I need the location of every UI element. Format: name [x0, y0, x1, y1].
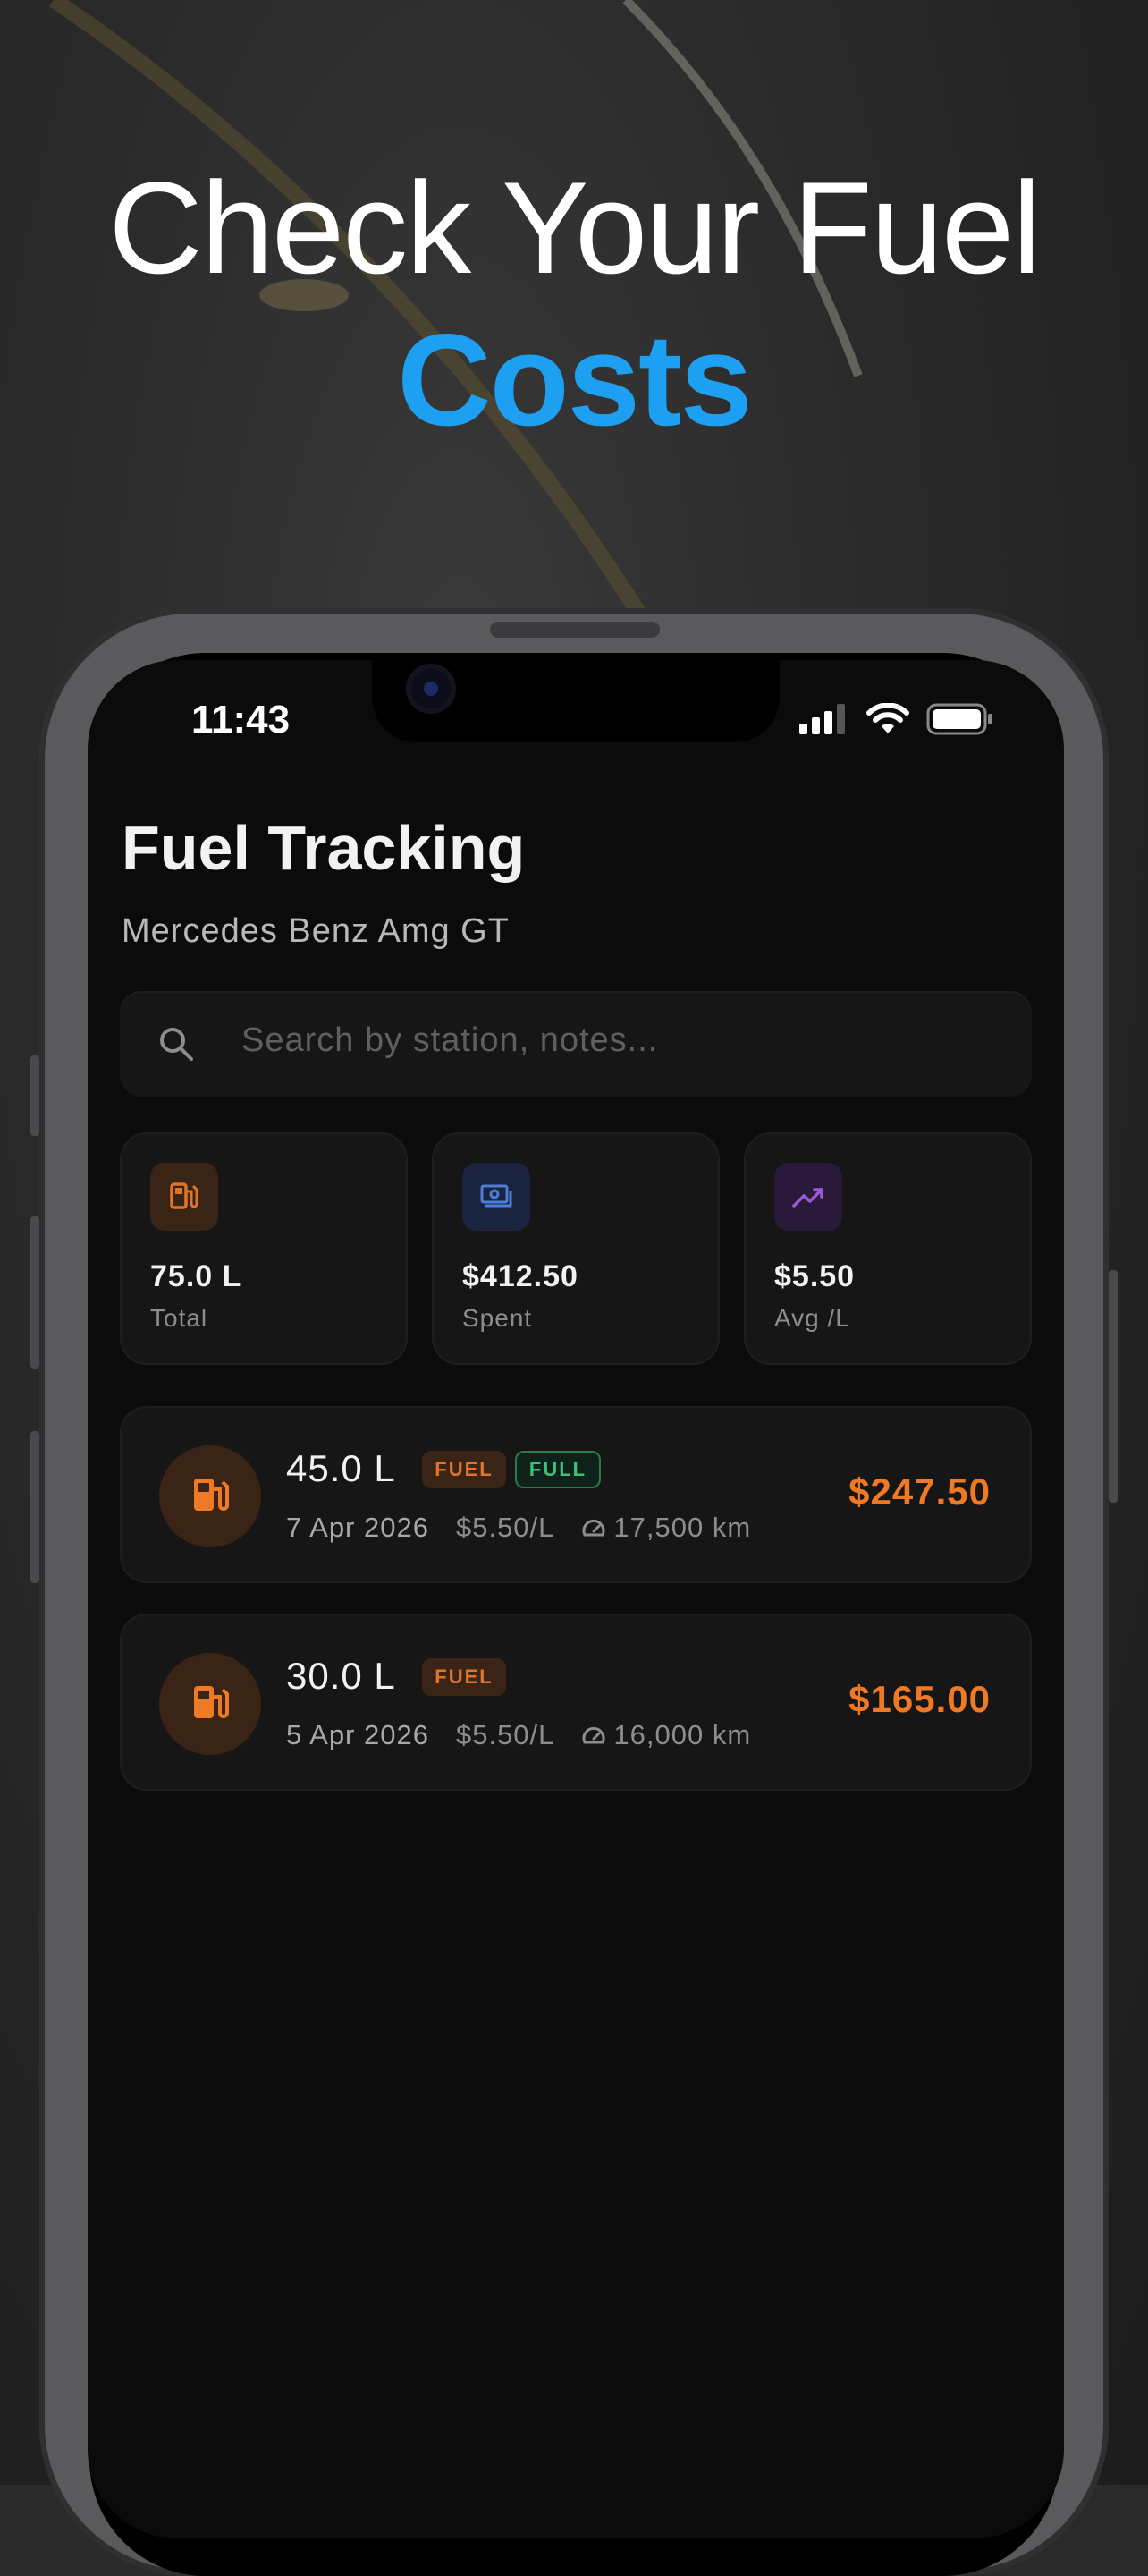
- speedometer-icon: [582, 1726, 605, 1744]
- entry-price-per-liter: $5.50/L: [455, 1719, 555, 1750]
- trending-up-icon: [792, 1188, 823, 1208]
- search-icon: [160, 1028, 193, 1061]
- phone-speaker: [490, 622, 660, 638]
- fuel-entry[interactable]: 30.0 L FUEL 5 Apr 2026 $5.50/L 16,000 km…: [120, 1614, 1032, 1791]
- stat-label: Avg /L: [774, 1304, 850, 1332]
- speedometer-icon: [582, 1519, 605, 1537]
- headline: Check Your Fuel Costs: [0, 152, 1148, 456]
- entry-icon-circle: [159, 1653, 261, 1755]
- entry-odometer-value: 16,000 km: [613, 1719, 752, 1750]
- fuel-badge: FUEL: [422, 1451, 506, 1488]
- money-icon: [480, 1184, 512, 1208]
- stat-icon-box: [774, 1163, 842, 1231]
- volume-down-button: [30, 1431, 39, 1583]
- stat-icon-box: [150, 1163, 218, 1231]
- stat-icon-box: [462, 1163, 530, 1231]
- entry-price-per-liter: $5.50/L: [455, 1512, 555, 1543]
- entry-amount: $165.00: [848, 1678, 991, 1720]
- entry-odometer: 16,000 km: [581, 1719, 751, 1751]
- stat-label: Spent: [462, 1304, 533, 1332]
- wifi-icon: [866, 703, 909, 733]
- entry-meta: 5 Apr 2026 $5.50/L 16,000 km: [286, 1719, 751, 1751]
- entry-odometer: 17,500 km: [581, 1512, 751, 1544]
- entry-odometer-value: 17,500 km: [613, 1512, 752, 1543]
- entry-date: 5 Apr 2026: [286, 1719, 429, 1750]
- status-icons: [799, 703, 994, 735]
- fuel-pump-icon: [194, 1686, 229, 1718]
- fuel-badge: FUEL: [422, 1658, 506, 1696]
- search-input[interactable]: Search by station, notes...: [120, 991, 1032, 1097]
- entry-meta: 7 Apr 2026 $5.50/L 17,500 km: [286, 1512, 751, 1544]
- headline-accent: Costs: [397, 307, 753, 453]
- entry-icon-circle: [159, 1445, 261, 1547]
- battery-icon: [926, 703, 992, 735]
- stat-value: 75.0 L: [150, 1259, 242, 1293]
- fuel-pump-icon: [170, 1182, 198, 1209]
- camera-icon: [406, 664, 456, 714]
- full-badge: FULL: [515, 1451, 601, 1488]
- volume-up-button: [30, 1216, 39, 1368]
- side-button: [30, 1055, 39, 1136]
- stat-value: $412.50: [462, 1259, 578, 1293]
- stat-card-total[interactable]: 75.0 L Total: [120, 1132, 408, 1365]
- headline-line1: Check Your Fuel: [108, 155, 1041, 301]
- stat-label: Total: [150, 1304, 208, 1332]
- app-screen: 11:43 Fuel Tracking Mercedes Benz Amg GT…: [88, 660, 1064, 2538]
- fuel-pump-icon: [194, 1479, 229, 1511]
- page-title: Fuel Tracking: [122, 813, 526, 883]
- stat-card-spent[interactable]: $412.50 Spent: [432, 1132, 720, 1365]
- stat-card-average[interactable]: $5.50 Avg /L: [744, 1132, 1032, 1365]
- entry-liters: 30.0 L: [286, 1655, 396, 1697]
- fuel-entry[interactable]: 45.0 L FUEL FULL 7 Apr 2026 $5.50/L 17,5…: [120, 1406, 1032, 1583]
- entry-amount: $247.50: [848, 1470, 991, 1513]
- search-placeholder: Search by station, notes...: [241, 1021, 659, 1059]
- entry-date: 7 Apr 2026: [286, 1512, 429, 1543]
- entry-liters: 45.0 L: [286, 1447, 396, 1489]
- power-button: [1109, 1270, 1118, 1503]
- signal-icon: [799, 704, 845, 734]
- status-time: 11:43: [191, 698, 291, 741]
- vehicle-name: Mercedes Benz Amg GT: [122, 912, 510, 950]
- stat-value: $5.50: [774, 1259, 856, 1293]
